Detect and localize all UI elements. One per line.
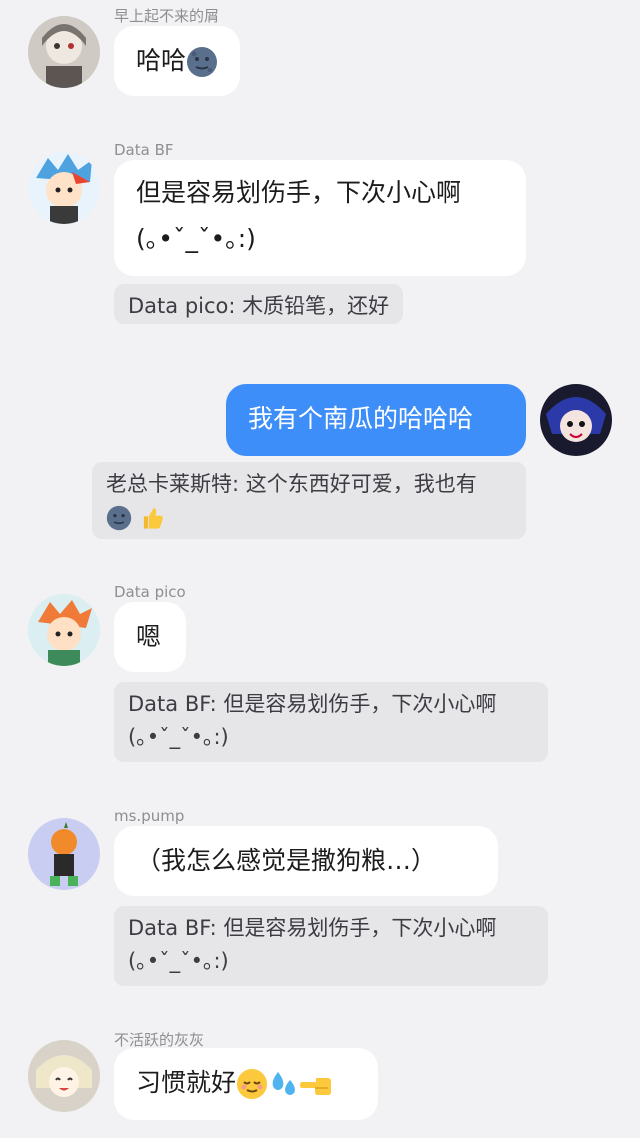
sender-name: 早上起不来的屑 [114, 7, 220, 25]
message-row-self: 我有个南瓜的哈哈哈 老总卡莱斯特: 这个东西好可爱，我也有 [0, 370, 640, 545]
sweat-droplets-icon [268, 1068, 300, 1100]
message-bubble-self[interactable]: 我有个南瓜的哈哈哈 [226, 384, 526, 456]
message-text: 嗯 [136, 622, 162, 651]
avatar-image [28, 1040, 100, 1112]
avatar[interactable] [540, 384, 612, 456]
message-text: （我怎么感觉是撒狗粮…） [136, 846, 437, 875]
relieved-face-icon [236, 1068, 268, 1100]
message-bubble[interactable]: （我怎么感觉是撒狗粮…） [114, 826, 498, 896]
pointing-left-hand-icon [300, 1068, 332, 1100]
quoted-text-line: Data BF: 但是容易划伤手，下次小心啊 [128, 916, 497, 940]
message-bubble[interactable]: 但是容易划伤手，下次小心啊 (｡•ˇ_ˇ•｡:) [114, 160, 526, 276]
message-row: 早上起不来的屑 哈哈 [0, 0, 640, 110]
thumbs-up-icon [139, 505, 165, 531]
avatar[interactable] [28, 818, 100, 890]
message-row: 不活跃的灰灰 习惯就好 [0, 1026, 640, 1138]
avatar[interactable] [28, 1040, 100, 1112]
quoted-text: 老总卡莱斯特: 这个东西好可爱，我也有 [106, 472, 477, 496]
message-text: 我有个南瓜的哈哈哈 [248, 404, 474, 433]
sender-name: Data BF [114, 141, 174, 159]
moon-face-icon [106, 505, 132, 531]
message-row: Data pico 嗯 Data BF: 但是容易划伤手，下次小心啊 (｡•ˇ_… [0, 580, 640, 770]
quoted-reply[interactable]: Data BF: 但是容易划伤手，下次小心啊 (｡•ˇ_ˇ•｡:) [114, 682, 548, 762]
avatar[interactable] [28, 152, 100, 224]
avatar-image [28, 16, 100, 88]
quoted-text: Data pico: 木质铅笔，还好 [128, 294, 390, 318]
message-bubble[interactable]: 嗯 [114, 602, 186, 672]
quoted-text-line: (｡•ˇ_ˇ•｡:) [128, 949, 229, 973]
sender-name: Data pico [114, 583, 186, 601]
quoted-reply[interactable]: 老总卡莱斯特: 这个东西好可爱，我也有 [92, 462, 526, 539]
avatar[interactable] [28, 16, 100, 88]
quoted-text-line: Data BF: 但是容易划伤手，下次小心啊 [128, 692, 497, 716]
message-text-line: 但是容易划伤手，下次小心啊 [136, 178, 462, 207]
message-row: ms.pump （我怎么感觉是撒狗粮…） Data BF: 但是容易划伤手，下次… [0, 804, 640, 994]
quoted-emoji-line [106, 501, 512, 534]
avatar-image [28, 152, 100, 224]
message-text-line: (｡•ˇ_ˇ•｡:) [136, 224, 256, 253]
sender-name: 不活跃的灰灰 [114, 1031, 205, 1049]
sender-name: ms.pump [114, 807, 185, 825]
message-row: Data BF 但是容易划伤手，下次小心啊 (｡•ˇ_ˇ•｡:) Data pi… [0, 138, 640, 338]
avatar[interactable] [28, 594, 100, 666]
quoted-reply[interactable]: Data BF: 但是容易划伤手，下次小心啊 (｡•ˇ_ˇ•｡:) [114, 906, 548, 986]
message-text: 习惯就好 [136, 1068, 237, 1097]
message-bubble[interactable]: 哈哈 [114, 26, 241, 96]
avatar-image [28, 594, 100, 666]
avatar-image [28, 818, 100, 890]
quoted-text-line: (｡•ˇ_ˇ•｡:) [128, 725, 229, 749]
avatar-image [540, 384, 612, 456]
quoted-reply[interactable]: Data pico: 木质铅笔，还好 [114, 284, 404, 324]
message-text: 哈哈 [136, 46, 187, 75]
moon-face-icon [186, 46, 218, 78]
message-bubble[interactable]: 习惯就好 [114, 1048, 378, 1120]
